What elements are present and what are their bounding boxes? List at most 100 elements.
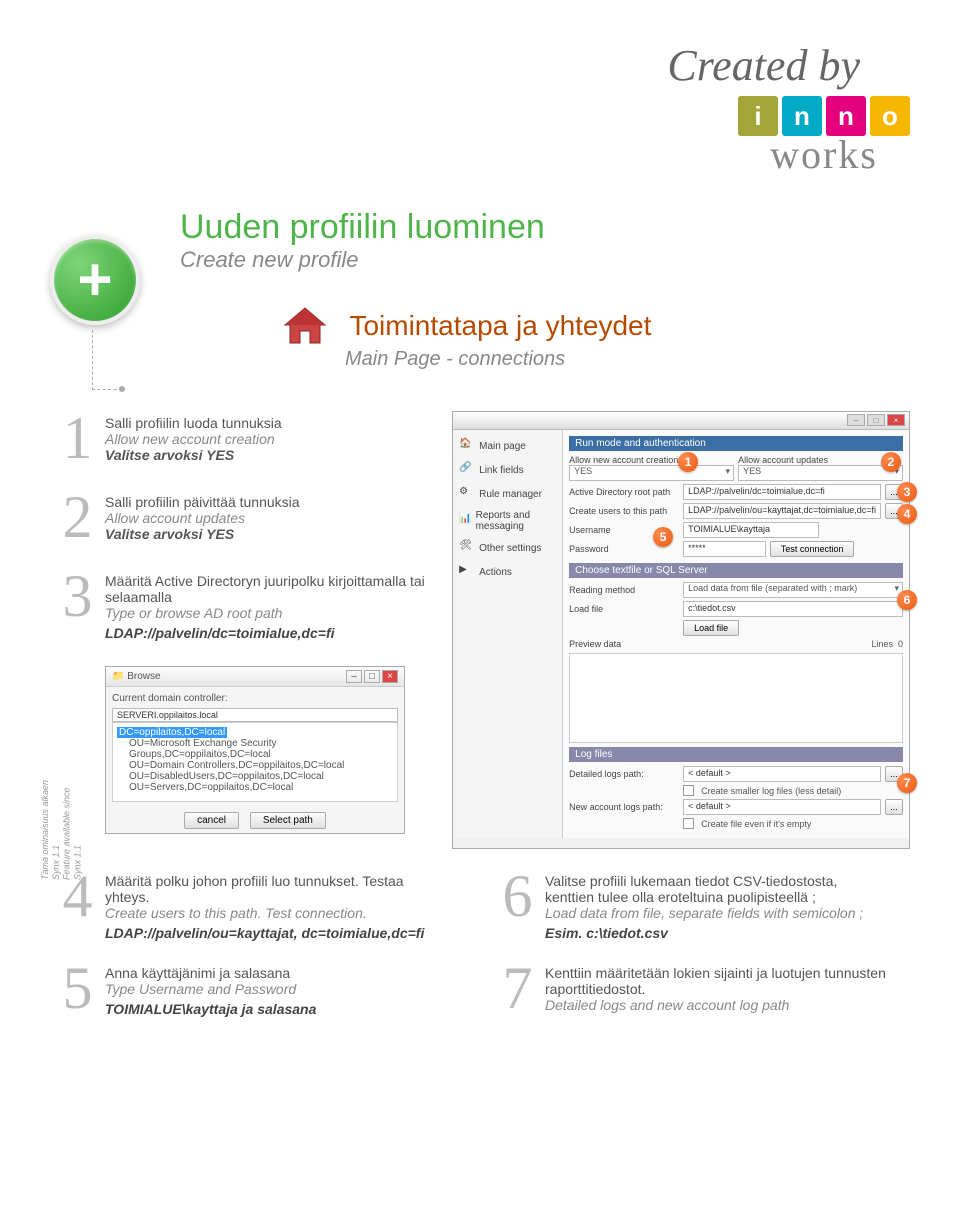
section-subtitle: Main Page - connections bbox=[345, 348, 910, 371]
step-6-fin: Valitse profiili lukemaan tiedot CSV-tie… bbox=[545, 873, 890, 905]
step-4-fin: Määritä polku johon profiili luo tunnuks… bbox=[105, 873, 450, 905]
cancel-button[interactable]: cancel bbox=[184, 812, 239, 829]
badge-5: 5 bbox=[653, 527, 673, 547]
created-by-label: Created by bbox=[50, 40, 860, 91]
allow-updates-label: Allow account updates bbox=[738, 455, 903, 465]
nav-reports[interactable]: 📊Reports and messaging bbox=[457, 506, 558, 536]
maximize-icon[interactable]: □ bbox=[867, 414, 885, 426]
tree-selected[interactable]: DC=oppilaitos,DC=local bbox=[117, 727, 227, 738]
step-number: 7 bbox=[490, 961, 545, 1017]
step-3-fin: Määritä Active Directoryn juuripolku kir… bbox=[105, 573, 432, 605]
load-file-input[interactable]: c:\tiedot.csv bbox=[683, 601, 903, 617]
step-7-eng: Detailed logs and new account log path bbox=[545, 997, 890, 1013]
test-connection-button[interactable]: Test connection bbox=[770, 541, 855, 557]
password-input[interactable]: ***** bbox=[683, 541, 766, 557]
step-2-eng: Allow account updates bbox=[105, 510, 432, 526]
logo-tile-i: i bbox=[738, 96, 778, 136]
step-1-fin: Salli profiilin luoda tunnuksia bbox=[105, 415, 432, 431]
create-even-checkbox[interactable] bbox=[683, 818, 694, 829]
step-number: 5 bbox=[50, 961, 105, 1017]
step-1-val: Valitse arvoksi YES bbox=[105, 447, 432, 463]
reading-method-dropdown[interactable]: Load data from file (separated with ; ma… bbox=[683, 582, 903, 598]
lines-label: Lines bbox=[871, 639, 893, 649]
logo-word: works bbox=[738, 131, 910, 178]
load-file-label: Load file bbox=[569, 604, 679, 614]
reading-method-label: Reading method bbox=[569, 585, 679, 595]
browse-server-input[interactable]: SERVERI.oppilaitos.local bbox=[112, 708, 398, 722]
step-number: 3 bbox=[50, 569, 105, 641]
create-smaller-checkbox[interactable] bbox=[683, 785, 694, 796]
lines-value: 0 bbox=[898, 639, 903, 649]
select-path-button[interactable]: Select path bbox=[250, 812, 326, 829]
step-5-fin: Anna käyttäjänimi ja salasana bbox=[105, 965, 450, 981]
nav-actions[interactable]: ▶Actions bbox=[457, 560, 558, 584]
maximize-icon[interactable]: □ bbox=[364, 670, 380, 683]
tree-item[interactable]: OU=DisabledUsers,DC=oppilaitos,DC=local bbox=[117, 771, 393, 782]
titlebar: – □ × bbox=[453, 412, 909, 430]
section-run-mode: Run mode and authentication bbox=[569, 436, 903, 451]
page-title: Uuden profiilin luominen bbox=[180, 208, 910, 247]
minimize-icon[interactable]: – bbox=[346, 670, 362, 683]
home-icon bbox=[280, 303, 330, 348]
browse-button[interactable]: ... bbox=[885, 799, 903, 815]
step-2-val: Valitse arvoksi YES bbox=[105, 526, 432, 542]
step-1-eng: Allow new account creation bbox=[105, 431, 432, 447]
badge-2: 2 bbox=[881, 452, 901, 472]
browse-label: Current domain controller: bbox=[112, 693, 398, 704]
logo-tile-o: o bbox=[870, 96, 910, 136]
badge-1: 1 bbox=[678, 452, 698, 472]
nav-main-page[interactable]: 🏠Main page bbox=[457, 434, 558, 458]
page-subtitle: Create new profile bbox=[180, 247, 910, 273]
nav-link-fields[interactable]: 🔗Link fields bbox=[457, 458, 558, 482]
step-6-eng: Load data from file, separate fields wit… bbox=[545, 905, 890, 921]
newacc-logs-label: New account logs path: bbox=[569, 802, 679, 812]
badge-4: 4 bbox=[897, 504, 917, 524]
load-file-button[interactable]: Load file bbox=[683, 620, 739, 636]
newacc-logs-input[interactable]: < default > bbox=[683, 799, 881, 815]
browse-dialog: 📁 Browse – □ × Current domain controller… bbox=[105, 666, 405, 834]
close-icon[interactable]: × bbox=[382, 670, 398, 683]
logo-tile-n2: n bbox=[826, 96, 866, 136]
allow-updates-dropdown[interactable]: YES bbox=[738, 465, 903, 481]
step-4-code: LDAP://palvelin/ou=kayttajat, dc=toimial… bbox=[105, 925, 450, 941]
step-4-eng: Create users to this path. Test connecti… bbox=[105, 905, 450, 921]
tree-item[interactable]: OU=Microsoft Exchange Security Groups,DC… bbox=[117, 738, 393, 760]
section-log-files: Log files bbox=[569, 747, 903, 762]
detailed-logs-label: Detailed logs path: bbox=[569, 769, 679, 779]
browse-tree[interactable]: DC=oppilaitos,DC=local OU=Microsoft Exch… bbox=[112, 722, 398, 802]
plus-icon bbox=[50, 235, 140, 325]
detailed-logs-input[interactable]: < default > bbox=[683, 766, 881, 782]
preview-label: Preview data bbox=[569, 639, 679, 649]
ad-root-label: Active Directory root path bbox=[569, 487, 679, 497]
app-screenshot: – □ × 🏠Main page 🔗Link fields ⚙Rule mana… bbox=[452, 411, 910, 849]
ad-root-input[interactable]: LDAP://palvelin/dc=toimialue,dc=fi bbox=[683, 484, 881, 500]
step-7-fin: Kenttiin määritetään lokien sijainti ja … bbox=[545, 965, 890, 997]
step-number: 2 bbox=[50, 490, 105, 544]
badge-6: 6 bbox=[897, 590, 917, 610]
allow-creation-dropdown[interactable]: YES bbox=[569, 465, 734, 481]
nav-other-settings[interactable]: 🛠Other settings bbox=[457, 536, 558, 560]
tree-item[interactable]: OU=Domain Controllers,DC=oppilaitos,DC=l… bbox=[117, 760, 393, 771]
browse-title: 📁 Browse bbox=[112, 671, 161, 682]
step-3-code: LDAP://palvelin/dc=toimialue,dc=fi bbox=[105, 625, 432, 641]
step-5-code: TOIMIALUE\kayttaja ja salasana bbox=[105, 1001, 450, 1017]
logo-tile-n1: n bbox=[782, 96, 822, 136]
step-5-eng: Type Username and Password bbox=[105, 981, 450, 997]
section-title: Toimintatapa ja yhteydet bbox=[349, 310, 651, 342]
side-note: Tämä ominaisuus alkaen Synx 1.1 Feature … bbox=[40, 770, 83, 880]
logo: i n n o works bbox=[738, 96, 910, 178]
step-number: 6 bbox=[490, 869, 545, 941]
close-icon[interactable]: × bbox=[887, 414, 905, 426]
badge-7: 7 bbox=[897, 773, 917, 793]
step-number: 1 bbox=[50, 411, 105, 465]
step-3-eng: Type or browse AD root path bbox=[105, 605, 432, 621]
nav-rule-manager[interactable]: ⚙Rule manager bbox=[457, 482, 558, 506]
create-smaller-label: Create smaller log files (less detail) bbox=[701, 786, 841, 796]
tree-item[interactable]: OU=Servers,DC=oppilaitos,DC=local bbox=[117, 782, 393, 793]
username-input[interactable]: TOIMIALUE\kayttaja bbox=[683, 522, 819, 538]
connector-line bbox=[92, 330, 122, 390]
allow-creation-label: Allow new account creation bbox=[569, 455, 734, 465]
create-users-input[interactable]: LDAP://palvelin/ou=kayttajat,dc=toimialu… bbox=[683, 503, 881, 519]
badge-3: 3 bbox=[897, 482, 917, 502]
minimize-icon[interactable]: – bbox=[847, 414, 865, 426]
